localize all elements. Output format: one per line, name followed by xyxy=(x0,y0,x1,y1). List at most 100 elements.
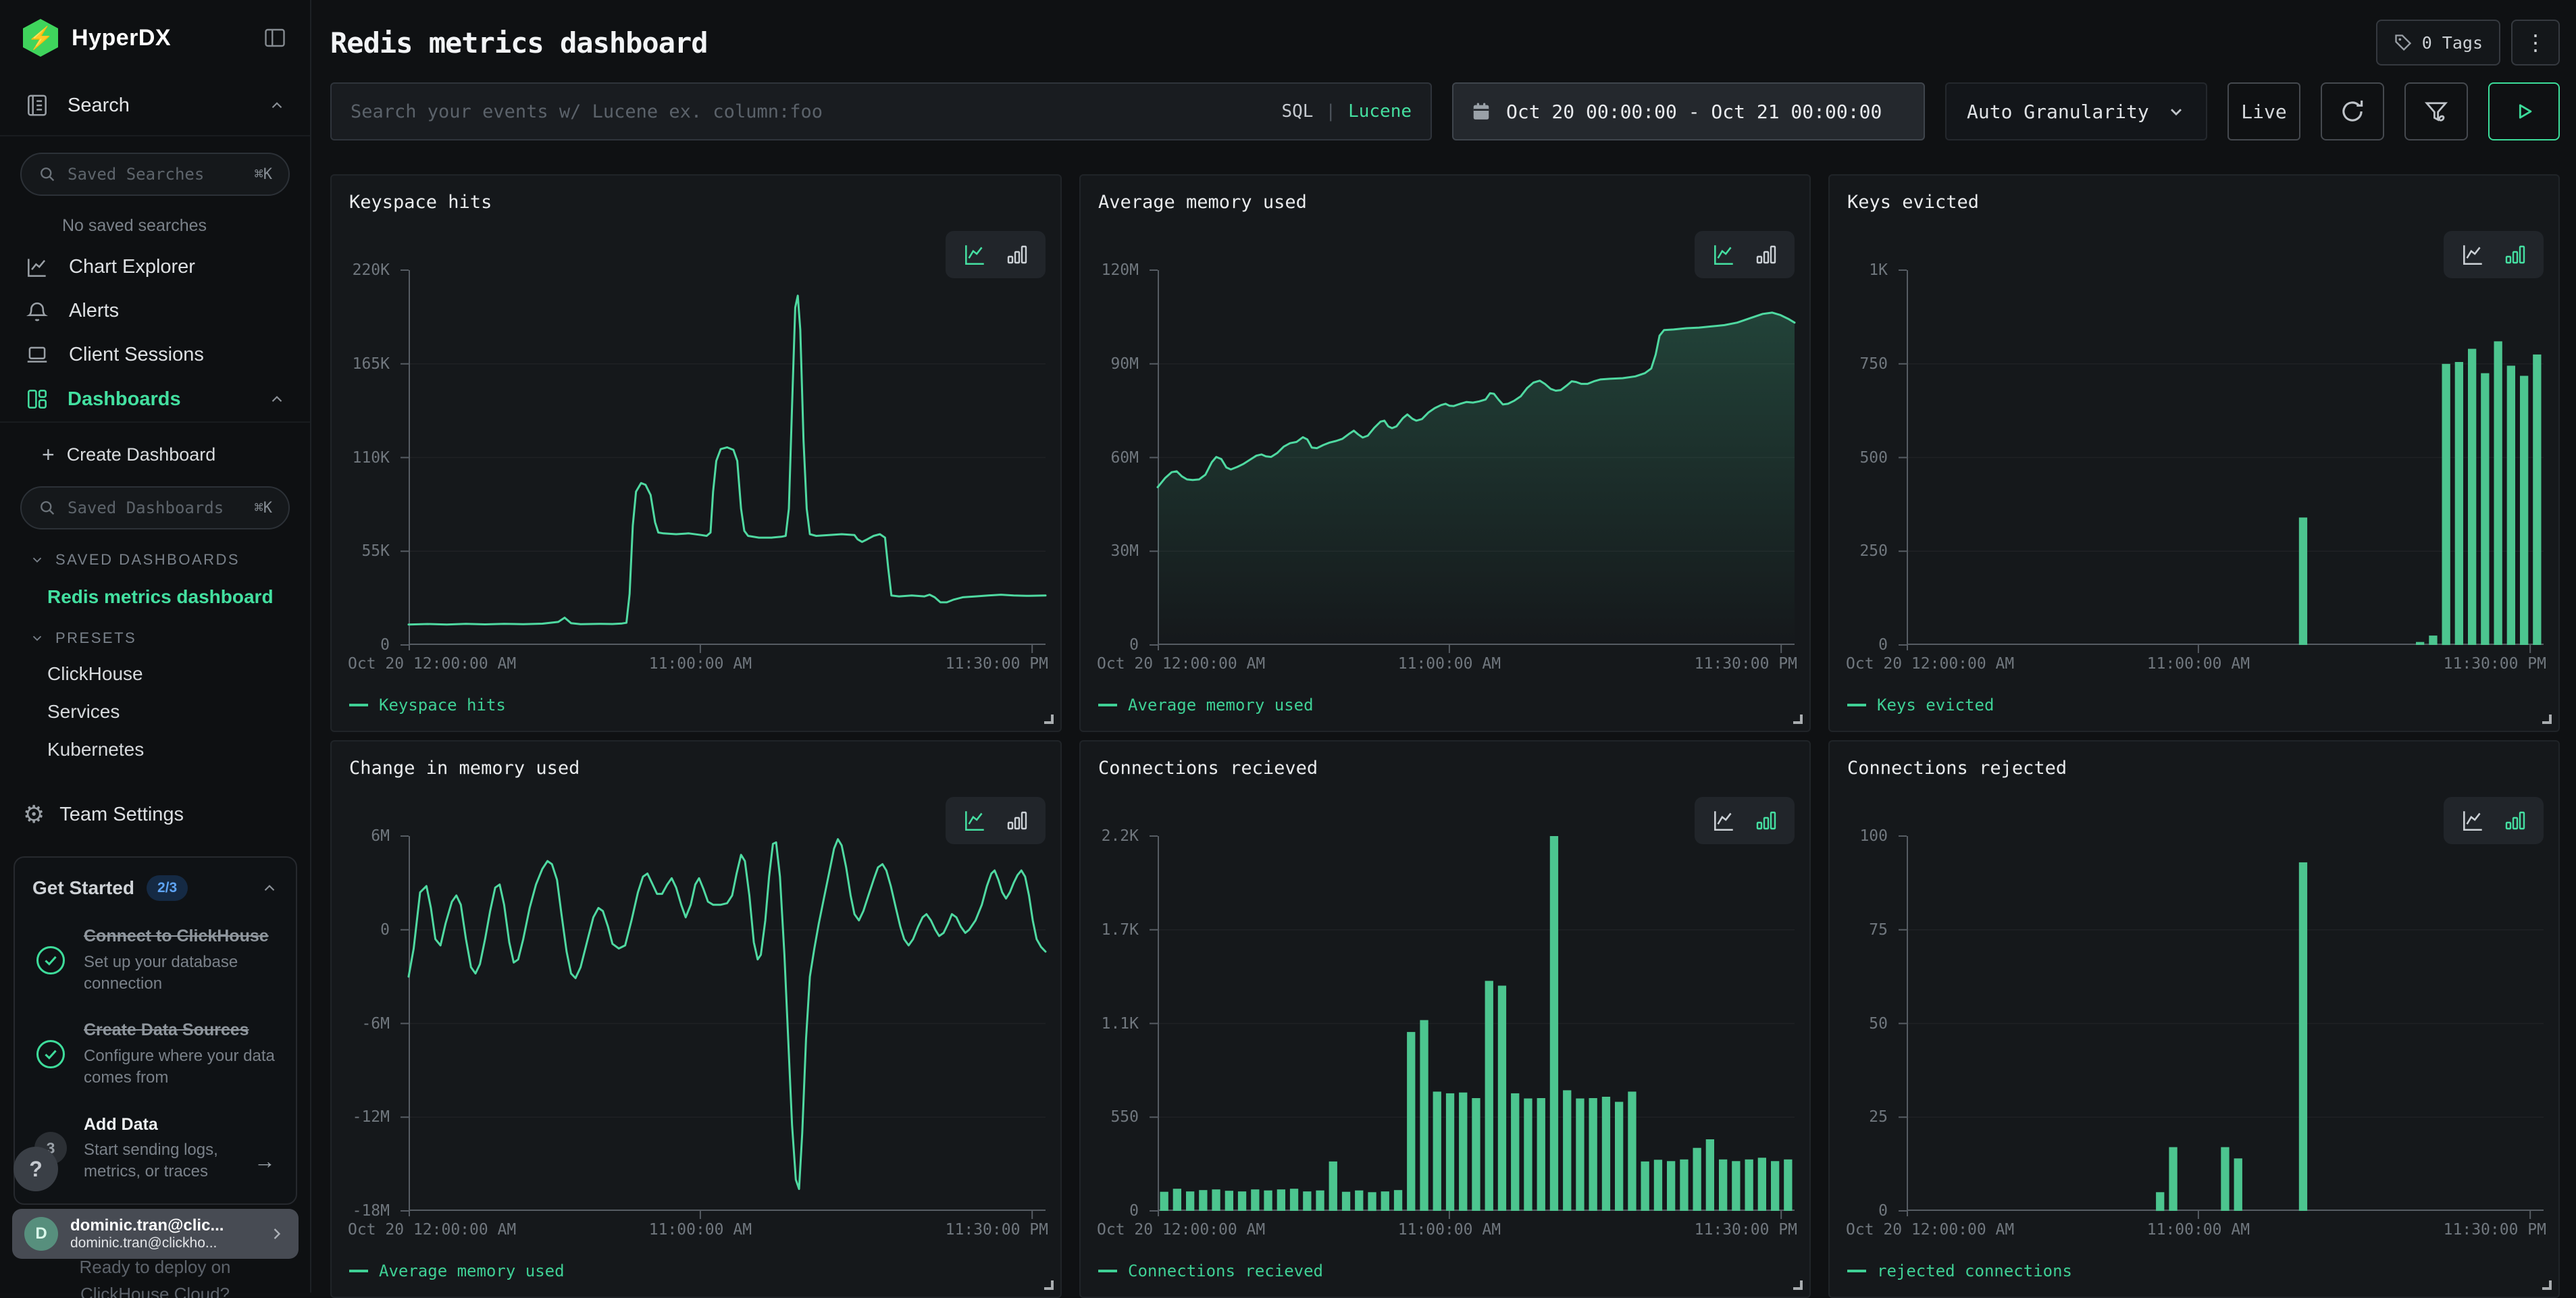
y-axis-labels: 120M90M60M30M0 xyxy=(1081,270,1148,645)
chart-panel-change-in-memory: Change in memory used 6M0-6M-12M-18M Oct… xyxy=(330,740,1062,1298)
sidebar-item-label: Alerts xyxy=(69,300,119,322)
more-options-button[interactable]: ⋮ xyxy=(2511,20,2560,66)
saved-searches-input[interactable]: Saved Searches ⌘K xyxy=(20,153,290,196)
chart-title: Average memory used xyxy=(1098,192,1307,213)
get-started-item-desc: Start sending logs, metrics, or traces xyxy=(84,1139,276,1183)
resize-handle[interactable] xyxy=(1044,715,1054,724)
bar-chart-toggle-icon[interactable] xyxy=(1754,808,1778,833)
hyperdx-logo-icon: ⚡ xyxy=(23,19,58,57)
line-chart-toggle-icon[interactable] xyxy=(2460,808,2485,833)
filter-button[interactable] xyxy=(2404,82,2468,140)
plot-area xyxy=(409,836,1046,1211)
plot-area xyxy=(1158,270,1795,645)
chart-title: Keyspace hits xyxy=(349,192,492,213)
tags-button-label: 0 Tags xyxy=(2422,33,2483,53)
collapse-sidebar-icon[interactable] xyxy=(263,26,287,50)
resize-handle[interactable] xyxy=(1793,1280,1803,1290)
bar-chart-toggle-icon[interactable] xyxy=(1754,242,1778,267)
chevron-up-icon[interactable] xyxy=(261,879,278,897)
plot-area xyxy=(1907,270,2544,645)
live-button[interactable]: Live xyxy=(2227,82,2300,140)
no-saved-searches-label: No saved searches xyxy=(62,216,310,236)
chart-panel-keyspace-hits: Keyspace hits 220K165K110K55K0 Oct 20 12… xyxy=(330,174,1062,732)
dashboard-link-redis-metrics[interactable]: Redis metrics dashboard xyxy=(47,586,310,608)
legend: Average memory used xyxy=(1098,696,1314,715)
search-section-label: Search xyxy=(68,95,130,117)
resize-handle[interactable] xyxy=(2542,715,2552,724)
chevron-down-icon xyxy=(30,552,45,567)
line-chart-toggle-icon[interactable] xyxy=(1711,808,1736,833)
sidebar-item-client-sessions[interactable]: Client Sessions xyxy=(0,333,310,377)
legend: Average memory used xyxy=(349,1262,565,1280)
lucene-mode-toggle[interactable]: Lucene xyxy=(1348,101,1412,122)
chart-panel-connections-rejected: Connections rejected 1007550250 Oct 20 1… xyxy=(1828,740,2560,1298)
resize-handle[interactable] xyxy=(1044,1280,1054,1290)
sidebar-item-team-settings[interactable]: ⚙ Team Settings xyxy=(23,802,310,827)
bar-chart-toggle-icon[interactable] xyxy=(2503,808,2527,833)
sidebar-item-search[interactable]: Search xyxy=(0,76,310,136)
y-axis-labels: 1007550250 xyxy=(1830,836,1897,1211)
sql-mode-toggle[interactable]: SQL xyxy=(1281,101,1313,122)
create-dashboard-button[interactable]: + Create Dashboard xyxy=(0,434,310,475)
sidebar-item-alerts[interactable]: Alerts xyxy=(0,289,310,333)
sidebar: ⚡ HyperDX Search Saved Searches ⌘K No sa… xyxy=(0,0,311,1293)
presets-section[interactable]: PRESETS xyxy=(30,629,310,647)
user-name: dominic.tran@clic... xyxy=(70,1216,224,1235)
event-search-input[interactable]: Search your events w/ Lucene ex. column:… xyxy=(330,82,1432,140)
arrow-right-icon: → xyxy=(254,1149,276,1174)
date-range-value: Oct 20 00:00:00 - Oct 21 00:00:00 xyxy=(1506,101,1882,123)
legend: Keys evicted xyxy=(1847,696,1994,715)
bar-chart-toggle-icon[interactable] xyxy=(1005,808,1029,833)
chevron-up-icon xyxy=(268,390,286,408)
granularity-select[interactable]: Auto Granularity xyxy=(1945,82,2207,140)
plot-area xyxy=(1907,836,2544,1211)
preset-link-kubernetes[interactable]: Kubernetes xyxy=(47,739,310,760)
chart-panel-keys-evicted: Keys evicted 1K7505002500 Oct 20 12:00:0… xyxy=(1828,174,2560,732)
x-axis-labels: Oct 20 12:00:00 AM11:00:00 AM11:30:00 PM xyxy=(1907,1221,2544,1248)
line-chart-toggle-icon[interactable] xyxy=(962,242,987,267)
preset-link-services[interactable]: Services xyxy=(47,701,310,723)
tags-button[interactable]: 0 Tags xyxy=(2376,20,2500,66)
saved-dashboards-section-label: SAVED DASHBOARDS xyxy=(55,551,240,569)
sidebar-item-chart-explorer[interactable]: Chart Explorer xyxy=(0,245,310,289)
bar-chart-toggle-icon[interactable] xyxy=(2503,242,2527,267)
y-axis-labels: 1K7505002500 xyxy=(1830,270,1897,645)
line-chart-toggle-icon[interactable] xyxy=(2460,242,2485,267)
get-started-item-sources[interactable]: Create Data Sources Configure where your… xyxy=(32,1019,278,1089)
plot-area xyxy=(409,270,1046,645)
sidebar-item-dashboards[interactable]: Dashboards xyxy=(0,377,310,421)
magnifier-icon xyxy=(38,498,57,517)
x-axis-labels: Oct 20 12:00:00 AM11:00:00 AM11:30:00 PM xyxy=(1907,655,2544,682)
get-started-item-desc: Set up your database connection xyxy=(84,952,276,995)
bar-chart-toggle-icon[interactable] xyxy=(1005,242,1029,267)
saved-dashboards-section[interactable]: SAVED DASHBOARDS xyxy=(30,551,310,569)
preset-link-clickhouse[interactable]: ClickHouse xyxy=(47,663,310,685)
chevron-down-icon xyxy=(2167,102,2186,121)
x-axis-labels: Oct 20 12:00:00 AM11:00:00 AM11:30:00 PM xyxy=(409,655,1046,682)
refresh-button[interactable] xyxy=(2321,82,2384,140)
chart-panel-average-memory: Average memory used 120M90M60M30M0 Oct 2… xyxy=(1079,174,1811,732)
run-query-button[interactable] xyxy=(2488,82,2560,140)
get-started-item-desc: Configure where your data comes from xyxy=(84,1045,276,1089)
dashboards-icon xyxy=(24,386,50,412)
shortcut-hint: ⌘K xyxy=(255,166,273,183)
saved-dashboards-input[interactable]: Saved Dashboards ⌘K xyxy=(20,486,290,529)
user-menu[interactable]: D dominic.tran@clic... dominic.tran@clic… xyxy=(12,1209,299,1259)
user-email: dominic.tran@clickho... xyxy=(70,1235,224,1251)
granularity-value: Auto Granularity xyxy=(1967,101,2149,123)
get-started-item-connect[interactable]: Connect to ClickHouse Set up your databa… xyxy=(32,925,278,995)
play-icon xyxy=(2513,100,2535,123)
get-started-title: Get Started xyxy=(32,877,134,899)
resize-handle[interactable] xyxy=(1793,715,1803,724)
line-chart-toggle-icon[interactable] xyxy=(1711,242,1736,267)
get-started-item-add-data[interactable]: 3 Add Data Start sending logs, metrics, … xyxy=(32,1114,278,1183)
sidebar-item-label: Dashboards xyxy=(68,388,181,411)
x-axis-labels: Oct 20 12:00:00 AM11:00:00 AM11:30:00 PM xyxy=(1158,655,1795,682)
date-range-picker[interactable]: Oct 20 00:00:00 - Oct 21 00:00:00 xyxy=(1452,82,1925,140)
plus-icon: + xyxy=(42,442,55,467)
presets-section-label: PRESETS xyxy=(55,629,136,647)
resize-handle[interactable] xyxy=(2542,1280,2552,1290)
dashboard-grid: Keyspace hits 220K165K110K55K0 Oct 20 12… xyxy=(330,174,2560,1298)
line-chart-toggle-icon[interactable] xyxy=(962,808,987,833)
help-button[interactable]: ? xyxy=(14,1147,58,1191)
